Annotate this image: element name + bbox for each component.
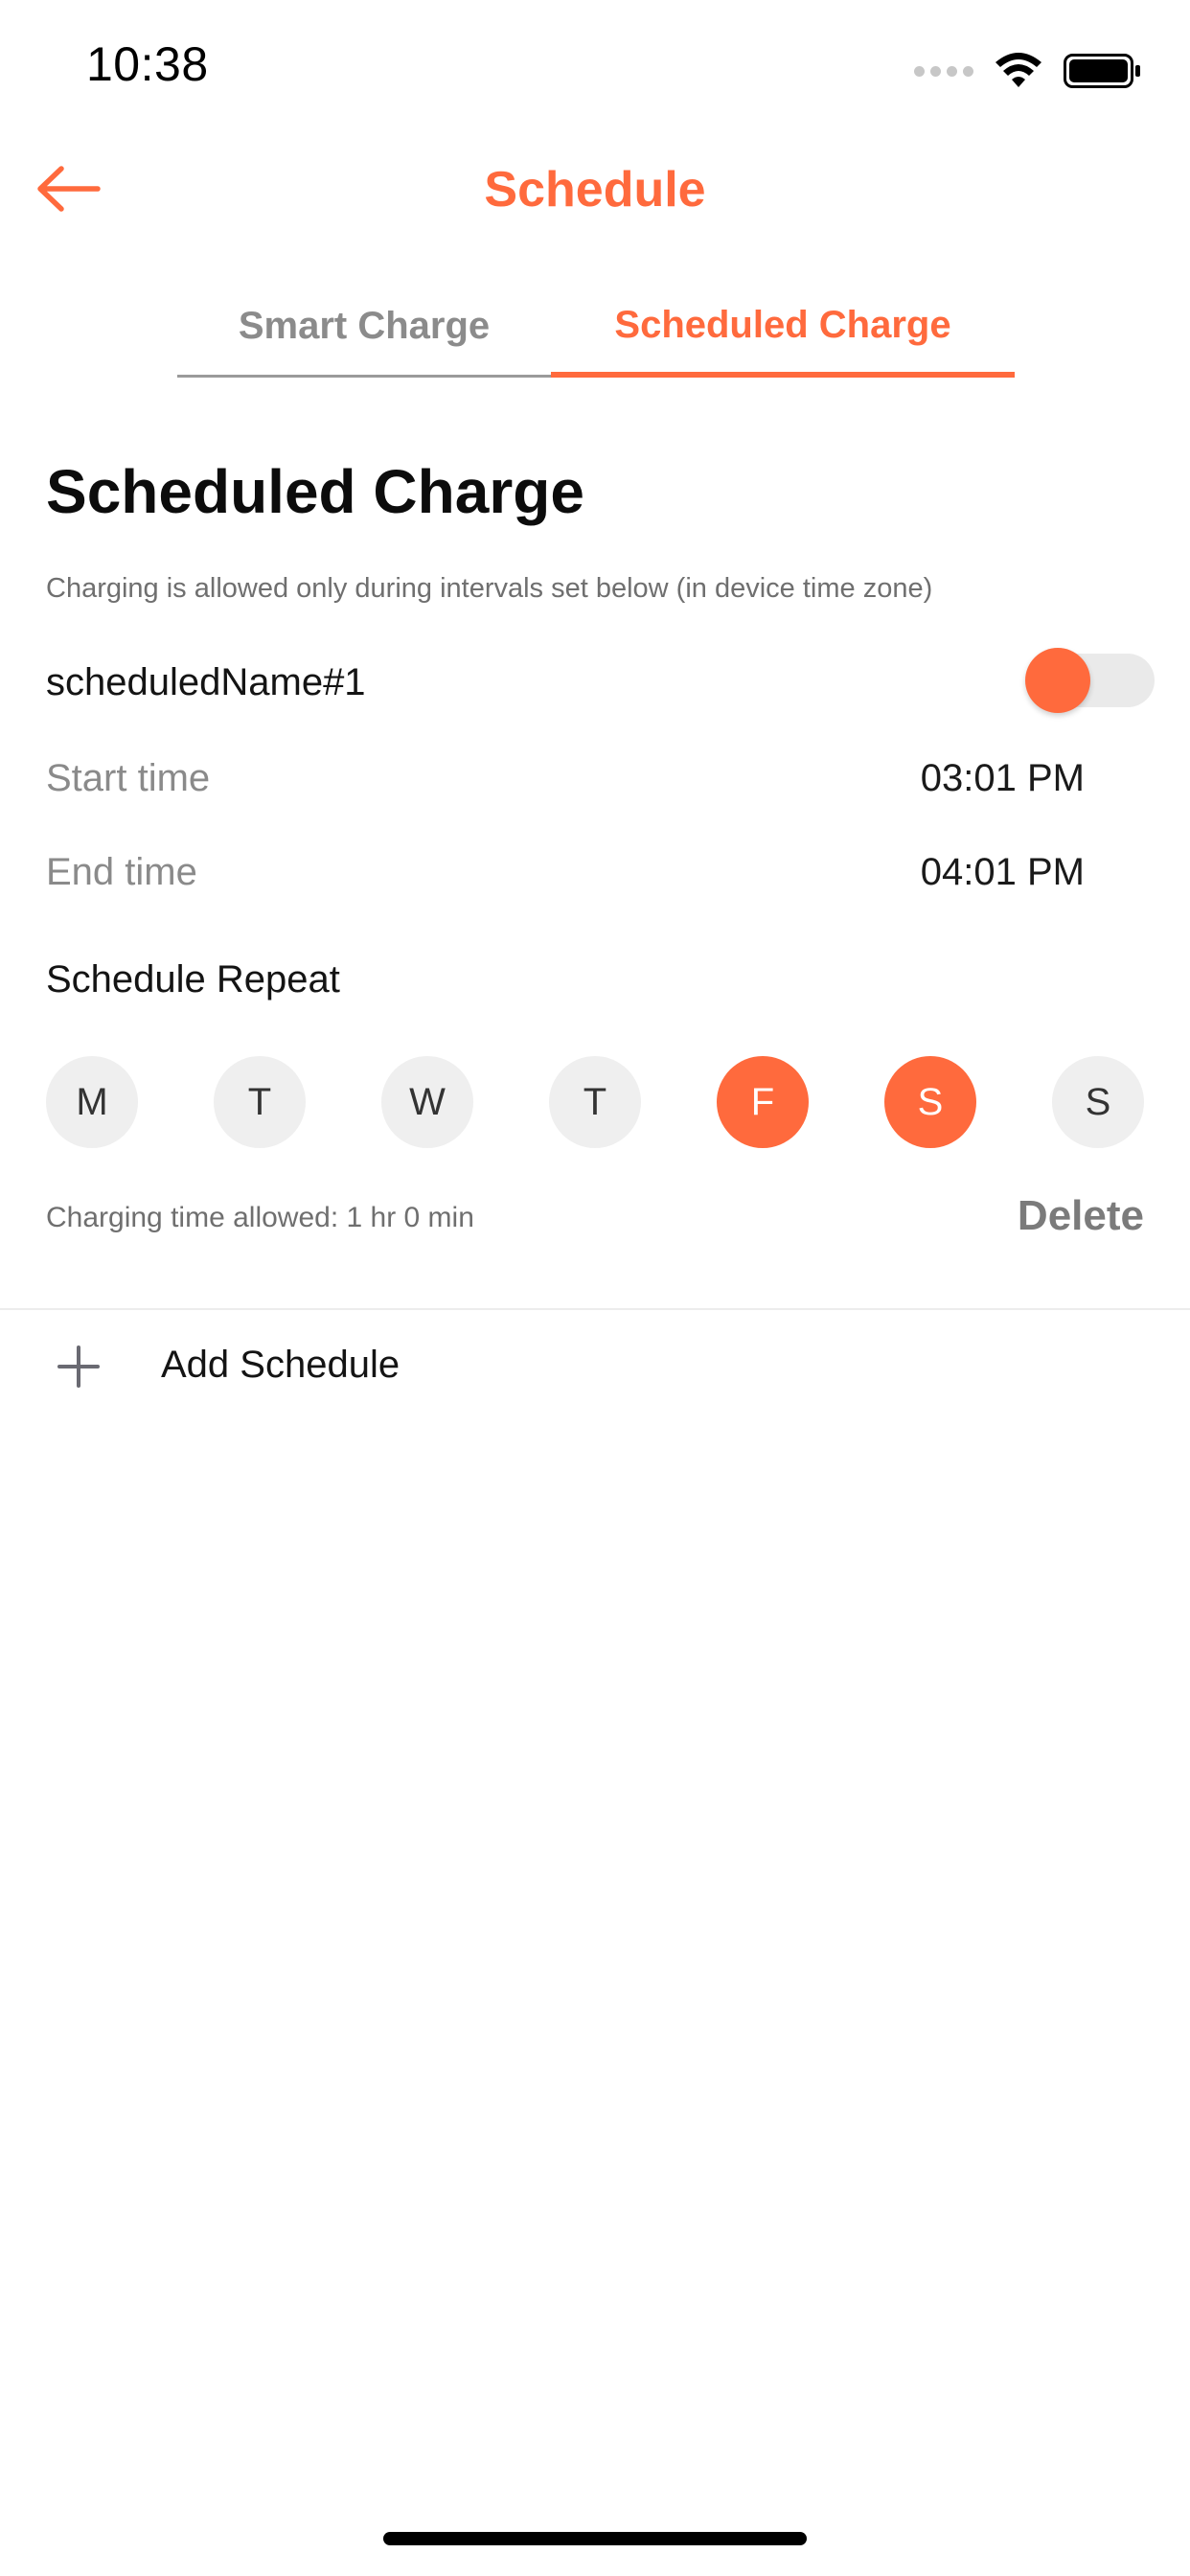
toggle-knob: [1025, 648, 1090, 713]
schedule-name: scheduledName#1: [46, 661, 366, 703]
section-title: Scheduled Charge: [46, 457, 584, 526]
repeat-days: M T W T F S S: [46, 1056, 1144, 1148]
day-wednesday[interactable]: W: [381, 1056, 473, 1148]
schedule-repeat-label: Schedule Repeat: [46, 958, 340, 1000]
section-subtitle: Charging is allowed only during interval…: [46, 573, 933, 604]
battery-icon: [1064, 54, 1140, 88]
day-saturday[interactable]: S: [884, 1056, 976, 1148]
tab-smart-charge[interactable]: Smart Charge: [177, 278, 551, 378]
wifi-icon: [995, 53, 1041, 87]
day-thursday[interactable]: T: [549, 1056, 641, 1148]
status-indicators: [914, 50, 1142, 92]
day-monday[interactable]: M: [46, 1056, 138, 1148]
start-time-value[interactable]: 03:01 PM: [921, 757, 1085, 800]
day-friday[interactable]: F: [717, 1056, 809, 1148]
delete-button[interactable]: Delete: [1018, 1192, 1144, 1240]
status-time: 10:38: [86, 37, 209, 91]
tab-scheduled-charge[interactable]: Scheduled Charge: [551, 278, 1015, 378]
end-time-value[interactable]: 04:01 PM: [921, 851, 1085, 894]
page-title: Schedule: [484, 162, 706, 218]
divider: [0, 1308, 1190, 1310]
end-time-label: End time: [46, 851, 197, 893]
home-indicator[interactable]: [383, 2532, 807, 2545]
charging-time-allowed: Charging time allowed: 1 hr 0 min: [46, 1202, 474, 1233]
start-time-label: Start time: [46, 757, 211, 799]
add-schedule-button[interactable]: Add Schedule: [0, 1322, 1190, 1409]
day-tuesday[interactable]: T: [214, 1056, 306, 1148]
add-schedule-label: Add Schedule: [161, 1344, 400, 1386]
tab-bar: Smart Charge Scheduled Charge: [177, 278, 1015, 380]
day-sunday[interactable]: S: [1052, 1056, 1144, 1148]
schedule-enable-toggle[interactable]: [1025, 648, 1155, 713]
cellular-signal-icon: [914, 65, 973, 77]
plus-icon: [57, 1346, 100, 1388]
